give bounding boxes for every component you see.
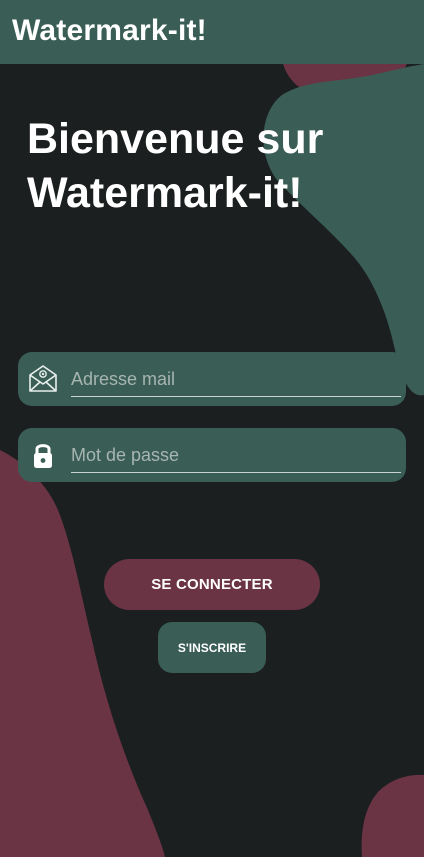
welcome-heading: Bienvenue sur Watermark-it!	[27, 112, 407, 220]
email-input[interactable]	[71, 362, 401, 397]
login-button[interactable]: SE CONNECTER	[104, 559, 320, 610]
welcome-line-2: Watermark-it!	[27, 169, 303, 217]
signup-button[interactable]: S'INSCRIRE	[158, 622, 266, 673]
email-field-container	[18, 352, 406, 406]
bottom-left-burgundy-blob	[0, 450, 165, 857]
app-title: Watermark-it!	[12, 14, 207, 47]
welcome-line-1: Bienvenue sur	[27, 115, 324, 163]
password-input[interactable]	[71, 438, 401, 473]
lock-icon	[34, 444, 52, 468]
login-screen: Watermark-it! Bienvenue sur Watermark-it…	[0, 0, 424, 857]
bottom-right-burgundy-blob	[361, 774, 424, 857]
password-field-container	[18, 428, 406, 482]
envelope-icon	[29, 365, 57, 392]
app-bar: Watermark-it!	[0, 0, 424, 64]
